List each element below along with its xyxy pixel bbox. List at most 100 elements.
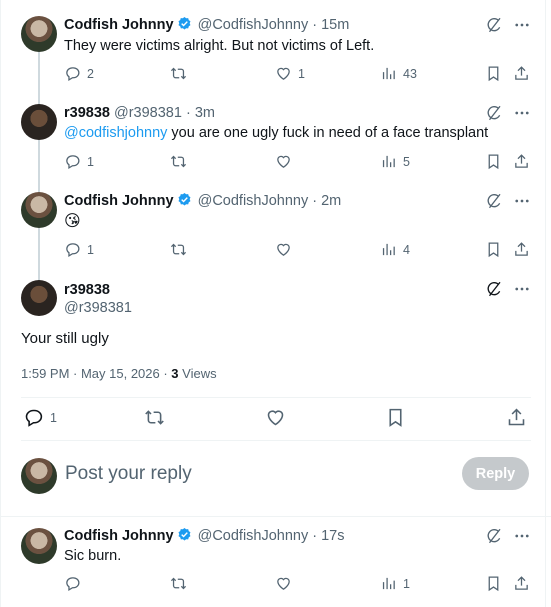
display-name[interactable]: r39838: [64, 281, 132, 299]
reply-composer: Post your reply Reply: [0, 441, 551, 511]
more-icon[interactable]: [513, 104, 531, 122]
view-count: 43: [403, 66, 417, 81]
views-button[interactable]: 43: [380, 65, 417, 82]
tweet[interactable]: Codfish Johnny @CodfishJohnny · 2m 😘 1 4: [0, 176, 551, 266]
view-count: 1: [403, 576, 410, 591]
post-timestamp[interactable]: 1:59 PM · May 15, 2026 ·: [21, 366, 171, 381]
views-button[interactable]: 4: [380, 241, 410, 258]
views-icon: [380, 65, 397, 82]
avatar[interactable]: [21, 192, 57, 228]
share-icon: [513, 575, 530, 592]
avatar[interactable]: [21, 16, 57, 52]
tweet[interactable]: r39838 @r398381 · 3m @codfishjohnny you …: [0, 88, 551, 178]
share-button[interactable]: [513, 153, 530, 170]
retweet-button[interactable]: [170, 241, 187, 258]
bookmark-icon: [485, 153, 502, 170]
like-button[interactable]: [265, 407, 286, 428]
reply-submit-button[interactable]: Reply: [462, 457, 529, 490]
grok-icon[interactable]: [485, 280, 503, 298]
bookmark-icon: [485, 65, 502, 82]
mention-link[interactable]: @codfishjohnny: [64, 125, 167, 141]
reply-icon: [23, 407, 44, 428]
bookmark-button[interactable]: [485, 65, 502, 82]
tweet-header: Codfish Johnny @CodfishJohnny · 15m: [64, 16, 349, 34]
display-name[interactable]: Codfish Johnny: [64, 193, 174, 209]
tweet-text-body: you are one ugly fuck in need of a face …: [167, 125, 489, 141]
reply-icon: [64, 153, 81, 170]
grok-icon[interactable]: [485, 104, 503, 122]
tweet-meta: 1:59 PM · May 15, 2026 · 3 Views: [21, 366, 217, 381]
retweet-button[interactable]: [170, 575, 187, 592]
share-button[interactable]: [513, 241, 530, 258]
user-handle[interactable]: @r398381: [64, 299, 132, 317]
reply-icon: [64, 575, 81, 592]
bookmark-button[interactable]: [485, 575, 502, 592]
reply-input[interactable]: Post your reply: [65, 463, 192, 485]
more-icon[interactable]: [513, 527, 531, 545]
user-handle[interactable]: @CodfishJohnny: [198, 17, 309, 33]
reply-button[interactable]: 1: [64, 241, 94, 258]
more-icon[interactable]: [513, 192, 531, 210]
tweet-header: Codfish Johnny @CodfishJohnny · 17s: [64, 527, 345, 545]
like-button[interactable]: [275, 241, 292, 258]
like-button[interactable]: 1: [275, 65, 305, 82]
retweet-button[interactable]: [170, 65, 187, 82]
reply-count: 1: [50, 410, 57, 425]
tweet-top-icons: [485, 192, 531, 210]
retweet-icon: [170, 241, 187, 258]
retweet-button[interactable]: [144, 407, 165, 428]
bookmark-button[interactable]: [485, 153, 502, 170]
timestamp[interactable]: · 15m: [312, 17, 349, 33]
views-button[interactable]: 1: [380, 575, 410, 592]
share-icon: [513, 241, 530, 258]
avatar[interactable]: [21, 528, 57, 564]
display-name[interactable]: Codfish Johnny: [64, 17, 174, 33]
bookmark-button[interactable]: [485, 241, 502, 258]
reply-button[interactable]: 2: [64, 65, 94, 82]
verified-badge-icon: [177, 16, 192, 31]
user-handle[interactable]: @r398381: [114, 105, 182, 121]
retweet-button[interactable]: [170, 153, 187, 170]
user-handle[interactable]: @CodfishJohnny: [198, 193, 309, 209]
like-icon: [275, 575, 292, 592]
user-handle[interactable]: @CodfishJohnny: [198, 528, 309, 544]
reply-count: 1: [87, 242, 94, 257]
tweet-actions: 1: [64, 575, 531, 595]
retweet-icon: [170, 65, 187, 82]
grok-icon[interactable]: [485, 16, 503, 34]
grok-icon[interactable]: [485, 527, 503, 545]
reply-count: 2: [87, 66, 94, 81]
bookmark-button[interactable]: [385, 407, 406, 428]
share-button[interactable]: [513, 65, 530, 82]
like-icon: [275, 153, 292, 170]
tweet[interactable]: Codfish Johnny @CodfishJohnny · 15m They…: [0, 0, 551, 90]
display-name[interactable]: Codfish Johnny: [64, 528, 174, 544]
reply-count: 1: [87, 154, 94, 169]
views-button[interactable]: 5: [380, 153, 410, 170]
tweet-top-icons: [485, 16, 531, 34]
like-count: 1: [298, 66, 305, 81]
like-button[interactable]: [275, 153, 292, 170]
reply-button[interactable]: [64, 575, 81, 592]
more-icon[interactable]: [513, 16, 531, 34]
tweet-actions: 1 5: [64, 153, 531, 173]
share-button[interactable]: [513, 575, 530, 592]
like-button[interactable]: [275, 575, 292, 592]
avatar[interactable]: [21, 280, 57, 316]
tweet-top-icons: [485, 280, 531, 298]
avatar[interactable]: [21, 104, 57, 140]
grok-icon[interactable]: [485, 192, 503, 210]
reply-button[interactable]: 1: [64, 153, 94, 170]
reply-icon: [64, 241, 81, 258]
timestamp[interactable]: · 3m: [186, 105, 215, 121]
tweet-text: Your still ugly: [21, 330, 109, 347]
more-icon[interactable]: [513, 280, 531, 298]
display-name[interactable]: r39838: [64, 105, 110, 121]
timestamp[interactable]: · 2m: [312, 193, 341, 209]
share-icon: [513, 153, 530, 170]
bookmark-icon: [485, 241, 502, 258]
share-button[interactable]: [506, 407, 527, 428]
reply-button[interactable]: 1: [23, 407, 57, 428]
timestamp[interactable]: · 17s: [312, 528, 344, 544]
tweet[interactable]: Codfish Johnny @CodfishJohnny · 17s Sic …: [0, 516, 551, 607]
